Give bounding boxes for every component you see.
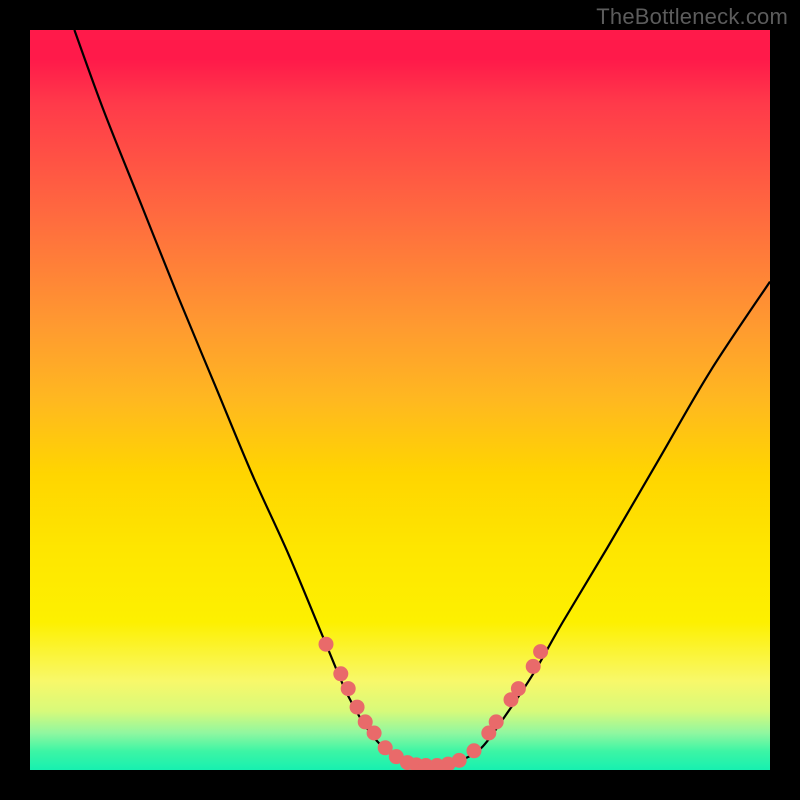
- bead-point: [526, 659, 541, 674]
- bead-point: [467, 743, 482, 758]
- bead-point: [341, 681, 356, 696]
- bead-point: [533, 644, 548, 659]
- bead-point: [350, 700, 365, 715]
- watermark-text: TheBottleneck.com: [596, 4, 788, 30]
- bead-point: [511, 681, 526, 696]
- curve-group: [74, 30, 770, 766]
- curve-right-branch: [430, 282, 770, 767]
- curve-layer: [30, 30, 770, 770]
- plot-area: [30, 30, 770, 770]
- chart-frame: TheBottleneck.com: [0, 0, 800, 800]
- bead-point: [333, 666, 348, 681]
- bead-point: [452, 753, 467, 768]
- curve-left-branch: [74, 30, 429, 766]
- bead-point: [367, 726, 382, 741]
- bead-group: [319, 637, 549, 770]
- bead-point: [489, 714, 504, 729]
- bead-point: [319, 637, 334, 652]
